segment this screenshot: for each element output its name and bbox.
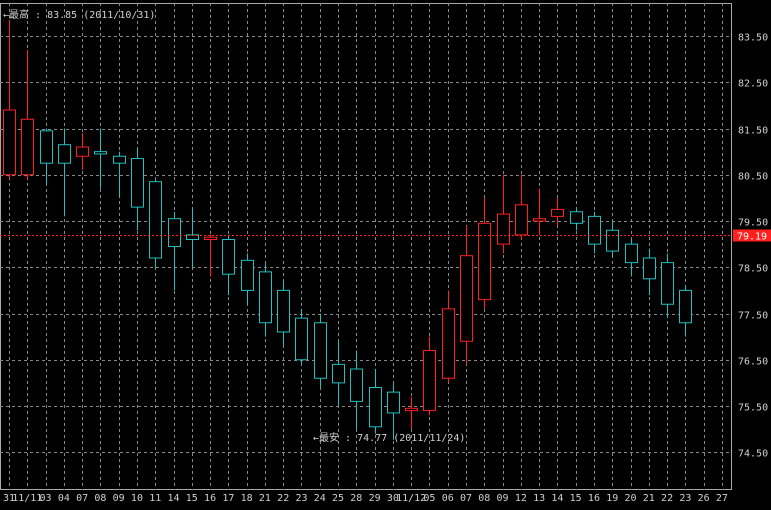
- candle-body: [643, 257, 656, 280]
- candle-body: [113, 155, 126, 164]
- candle-body: [515, 204, 528, 236]
- candlestick-chart: 79.19 ←最高 : 83.85 (2011/10/31) ←最安 : 74.77…: [0, 0, 771, 510]
- x-tick-label: 19: [606, 493, 618, 504]
- x-tick-label: 24: [314, 493, 326, 504]
- y-tick-label: 83.50: [738, 33, 768, 44]
- x-tick-label: 22: [277, 493, 289, 504]
- candle-body: [241, 259, 254, 291]
- candle-body: [204, 236, 217, 240]
- candle-body: [423, 350, 436, 412]
- candle-body: [625, 243, 638, 264]
- candle-body: [131, 158, 144, 208]
- x-tick-label: 08: [94, 493, 106, 504]
- candle-body: [277, 289, 290, 333]
- candle-body: [478, 222, 491, 301]
- x-tick-label: 03: [40, 493, 52, 504]
- candle-body: [533, 218, 546, 222]
- x-tick-label: 20: [624, 493, 636, 504]
- y-tick-label: 80.50: [738, 172, 768, 183]
- candle-body: [606, 229, 619, 252]
- y-tick-label: 82.50: [738, 79, 768, 90]
- y-tick-label: 79.50: [738, 218, 768, 229]
- candle-down: [314, 313, 327, 388]
- x-tick-label: 09: [497, 493, 509, 504]
- x-tick-label: 26: [698, 493, 710, 504]
- candle-body: [661, 262, 674, 305]
- current-price-label: 79.19: [737, 232, 767, 243]
- x-tick-label: 09: [113, 493, 125, 504]
- x-tick-label: 27: [716, 493, 728, 504]
- x-tick-label: 10: [131, 493, 143, 504]
- candle-body: [570, 211, 583, 224]
- candle-down: [149, 179, 162, 268]
- candle-body: [332, 363, 345, 384]
- candle-body: [295, 317, 308, 361]
- x-tick-label: 15: [570, 493, 582, 504]
- x-tick-label: 16: [588, 493, 600, 504]
- x-tick-label: 14: [167, 493, 179, 504]
- candle-body: [497, 213, 510, 245]
- x-tick-label: 08: [478, 493, 490, 504]
- candle-body: [94, 151, 107, 155]
- y-tick-label: 78.50: [738, 264, 768, 275]
- x-tick-label: 23: [295, 493, 307, 504]
- x-tick-label: 06: [442, 493, 454, 504]
- candle-body: [168, 218, 181, 247]
- y-tick-label: 76.50: [738, 357, 768, 368]
- x-tick-label: 17: [222, 493, 234, 504]
- chart-window: 79.19 ←最高 : 83.85 (2011/10/31) ←最安 : 74.77…: [0, 0, 771, 510]
- candle-body: [460, 255, 473, 342]
- x-tick-label: 22: [661, 493, 673, 504]
- candle-body: [442, 308, 455, 379]
- candle-body: [369, 387, 382, 428]
- y-tick-label: 74.50: [738, 449, 768, 460]
- x-tick-label: 15: [186, 493, 198, 504]
- candle-body: [40, 130, 53, 164]
- candle-body: [222, 239, 235, 275]
- x-tick-label: 28: [350, 493, 362, 504]
- x-tick-label: 13: [533, 493, 545, 504]
- x-tick-label: 11/11: [12, 493, 42, 504]
- candle-body: [387, 391, 400, 414]
- x-tick-label: 23: [679, 493, 691, 504]
- candle-body: [551, 208, 564, 217]
- candle-body: [76, 146, 89, 157]
- x-tick-label: 05: [423, 493, 435, 504]
- candle-body: [314, 322, 327, 379]
- x-tick-label: 04: [58, 493, 70, 504]
- y-tick-label: 77.50: [738, 311, 768, 322]
- y-tick-label: 75.50: [738, 403, 768, 414]
- y-tick-label: 81.50: [738, 126, 768, 137]
- x-tick-label: 11: [149, 493, 161, 504]
- x-tick-label: 21: [259, 493, 271, 504]
- candle-body: [588, 215, 601, 245]
- x-tick-label: 14: [551, 493, 563, 504]
- x-tick-label: 11/12: [396, 493, 426, 504]
- candle-body: [350, 368, 363, 402]
- candle-body: [149, 181, 162, 259]
- x-tick-label: 25: [332, 493, 344, 504]
- x-tick-label: 21: [643, 493, 655, 504]
- candle-body: [405, 407, 418, 412]
- x-tick-label: 29: [369, 493, 381, 504]
- candle-body: [679, 289, 692, 324]
- x-tick-label: 07: [460, 493, 472, 504]
- x-tick-label: 12: [515, 493, 527, 504]
- candle-body: [21, 118, 34, 176]
- low-annotation: ←最安 : 74.77 (2011/11/24): [313, 431, 465, 444]
- candle-body: [259, 271, 272, 324]
- x-tick-label: 16: [204, 493, 216, 504]
- x-tick-label: 07: [76, 493, 88, 504]
- candle-body: [58, 144, 71, 164]
- candle-body: [3, 109, 16, 176]
- high-annotation: ←最高 : 83.85 (2011/10/31): [3, 8, 155, 21]
- x-tick-label: 18: [241, 493, 253, 504]
